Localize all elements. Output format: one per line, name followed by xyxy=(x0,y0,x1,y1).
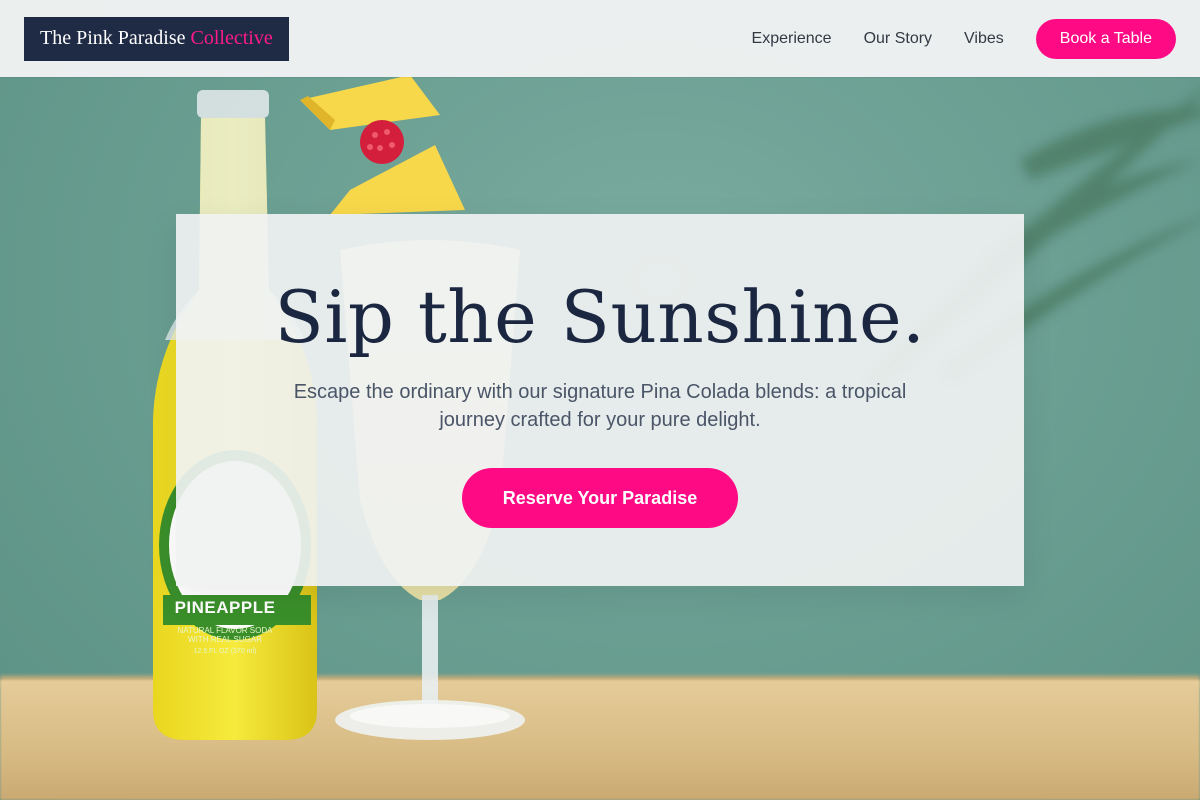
bottle-label-line1: NATURAL FLAVOR SODA xyxy=(177,626,273,635)
hero-card: Sip the Sunshine. Escape the ordinary wi… xyxy=(176,214,1024,586)
site-header: The Pink Paradise Collective Experience … xyxy=(0,0,1200,77)
bottle-label-line3: 12.5 FL OZ (370 ml) xyxy=(193,648,257,655)
main-nav: Experience Our Story Vibes Book a Table xyxy=(752,18,1176,59)
brand-logo[interactable]: The Pink Paradise Collective xyxy=(24,16,289,61)
hero-subtitle: Escape the ordinary with our signature P… xyxy=(293,381,907,431)
bottle-label: PINEAPPLE NATURAL FLAVOR SODA WITH REAL … xyxy=(150,598,300,655)
nav-link-experience[interactable]: Experience xyxy=(752,30,832,48)
brand-name-accent: Collective xyxy=(190,27,273,49)
bottle-label-line2: WITH REAL SUGAR xyxy=(188,635,262,644)
book-table-button[interactable]: Book a Table xyxy=(1035,18,1176,59)
nav-link-our-story[interactable]: Our Story xyxy=(864,30,932,48)
bottle-label-title: PINEAPPLE xyxy=(174,598,276,617)
hero-title: Sip the Sunshine. xyxy=(274,275,926,359)
reserve-paradise-button[interactable]: Reserve Your Paradise xyxy=(462,468,738,528)
nav-link-vibes[interactable]: Vibes xyxy=(964,30,1004,48)
brand-name: The Pink Paradise xyxy=(40,27,186,49)
